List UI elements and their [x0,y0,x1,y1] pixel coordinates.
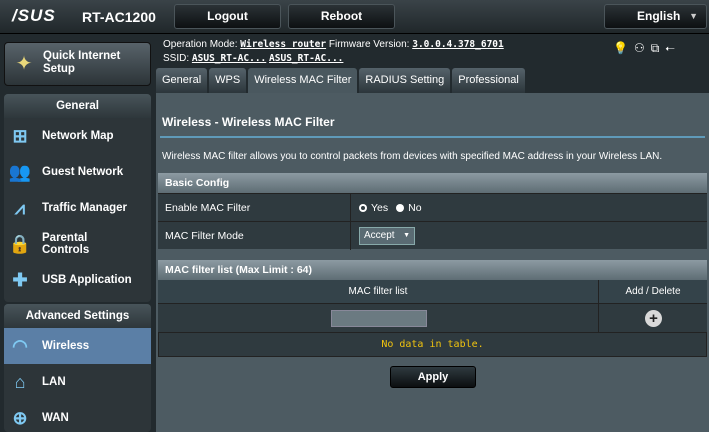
wand-icon: ✦ [15,53,33,75]
empty-table-message: No data in table. [158,332,707,357]
radio-no[interactable] [396,204,405,212]
clients-icon[interactable]: ⚇ [634,41,651,55]
tab-wps[interactable]: WPS [209,68,247,93]
tab-professional[interactable]: Professional [452,68,525,93]
chevron-down-icon: ▼ [689,11,698,21]
advanced-nav-group: Advanced Settings ◠ Wireless ⌂ LAN ⊕ WAN [4,304,151,432]
sidebar-item-label: USB Application [42,274,132,286]
mac-filter-list-table: MAC filter list (Max Limit : 64) MAC fil… [158,260,707,357]
network-map-icon: ⊞ [12,126,28,146]
status-icons: 💡⚇⧉⭠ [613,41,681,56]
chevron-down-icon: ▼ [403,232,410,239]
radio-yes[interactable] [359,204,367,212]
sidebar-item-label: Guest Network [42,166,124,178]
logout-button[interactable]: Logout [174,4,281,29]
alert-bulb-icon[interactable]: 💡 [613,41,634,55]
quick-internet-setup-label: Quick Internet Setup [43,50,121,75]
lan-icon: ⌂ [14,372,26,392]
firmware-label: Firmware Version: [328,39,410,50]
status-info: Operation Mode: Wireless router Firmware… [163,38,504,66]
parental-controls-icon: 🔒 [8,234,32,254]
basic-config-table: Basic Config Enable MAC Filter Yes No MA… [158,173,707,250]
page-title: Wireless - Wireless MAC Filter [162,115,335,129]
ssid-link-2[interactable]: ASUS_RT-AC... [269,53,343,64]
title-divider [160,136,705,138]
advanced-settings-heading: Advanced Settings [4,304,151,328]
operation-mode-link[interactable]: Wireless router [240,39,326,50]
top-bar: /SUS RT-AC1200 Logout Reboot English ▼ [0,0,709,34]
wan-globe-icon: ⊕ [12,408,28,428]
sidebar-item-parental-controls[interactable]: 🔒 Parental Controls [4,226,151,262]
enable-mac-filter-row: Enable MAC Filter Yes No [158,193,707,222]
add-cell: + [598,304,707,333]
enable-mac-filter-radios: Yes No [350,194,422,222]
traffic-manager-icon: ⩘ [14,198,26,218]
wireless-icon: ◠ [12,336,28,356]
guest-network-icon: 👥 [8,162,32,182]
tab-radius-setting[interactable]: RADIUS Setting [359,68,451,93]
radio-yes-label: Yes [371,202,389,214]
apply-button[interactable]: Apply [390,366,476,388]
general-nav-group: General ⊞ Network Map 👥 Guest Network ⩘ … [4,94,151,302]
asus-logo: /SUS [12,6,56,25]
tab-wireless-mac-filter[interactable]: Wireless MAC Filter [248,68,358,93]
mac-filter-mode-value: Accept [364,230,395,241]
language-select[interactable]: English ▼ [604,4,707,29]
ssid-label: SSID: [163,53,190,64]
sidebar-item-wireless[interactable]: ◠ Wireless [4,328,151,364]
mac-filter-mode-label: MAC Filter Mode [165,230,244,242]
mac-filter-mode-cell: Accept ▼ [350,222,415,250]
mac-address-input[interactable] [331,310,427,327]
sidebar-item-label: Parental Controls [42,232,90,256]
sidebar-item-wan[interactable]: ⊕ WAN [4,400,151,432]
mac-filter-mode-select[interactable]: Accept ▼ [359,227,415,245]
add-icon[interactable]: + [645,310,662,327]
copy-icon[interactable]: ⧉ [651,41,666,55]
sidebar-item-network-map[interactable]: ⊞ Network Map [4,118,151,154]
tab-general[interactable]: General [156,68,208,93]
sidebar-item-label: LAN [42,376,66,388]
sidebar-item-traffic-manager[interactable]: ⩘ Traffic Manager [4,190,151,226]
router-admin-page: /SUS RT-AC1200 Logout Reboot English ▼ ✦… [0,0,709,432]
mac-input-row: + [158,303,707,333]
mac-filter-list-heading: MAC filter list (Max Limit : 64) [158,260,707,280]
mac-filter-list-columns: MAC filter list Add / Delete [158,280,707,303]
column-mac-filter-list: MAC filter list [348,286,408,297]
basic-config-heading: Basic Config [158,173,707,193]
sidebar-item-label: Network Map [42,130,114,142]
reboot-button[interactable]: Reboot [288,4,395,29]
general-heading: General [4,94,151,118]
usb-application-icon: ✚ [12,270,28,290]
mac-filter-mode-row: MAC Filter Mode Accept ▼ [158,221,707,250]
main-panel: Wireless - Wireless MAC Filter Wireless … [156,93,709,432]
tab-bar: General WPS Wireless MAC Filter RADIUS S… [156,68,525,93]
column-add-delete: Add / Delete [598,280,707,303]
model-name: RT-AC1200 [82,9,156,25]
usb-icon[interactable]: ⭠ [665,41,681,55]
quick-internet-setup-button[interactable]: ✦ Quick Internet Setup [4,42,151,86]
page-description: Wireless MAC filter allows you to contro… [162,151,663,162]
operation-mode-label: Operation Mode: [163,39,238,50]
language-value: English [637,9,681,23]
sidebar-item-label: WAN [42,412,69,424]
sidebar-item-usb-application[interactable]: ✚ USB Application [4,262,151,298]
firmware-link[interactable]: 3.0.0.4.378_6701 [412,39,504,50]
sidebar-item-lan[interactable]: ⌂ LAN [4,364,151,400]
sidebar: ✦ Quick Internet Setup General ⊞ Network… [0,34,155,432]
ssid-link-1[interactable]: ASUS_RT-AC... [192,53,266,64]
sidebar-item-guest-network[interactable]: 👥 Guest Network [4,154,151,190]
sidebar-item-label: Traffic Manager [42,202,127,214]
enable-mac-filter-label: Enable MAC Filter [165,202,251,214]
sidebar-item-label: Wireless [42,340,90,352]
radio-no-label: No [408,202,422,214]
